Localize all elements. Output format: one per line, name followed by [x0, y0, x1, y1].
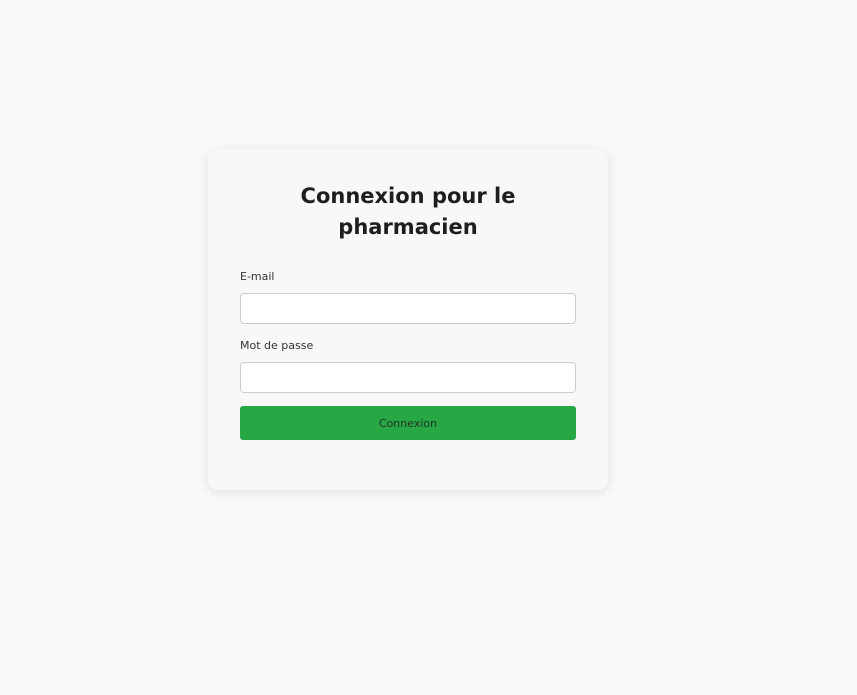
login-card: Connexion pour le pharmacien E-mail Mot … — [208, 149, 608, 490]
password-field[interactable] — [240, 362, 576, 393]
email-field[interactable] — [240, 293, 576, 324]
password-label: Mot de passe — [240, 339, 314, 352]
login-button[interactable]: Connexion — [240, 406, 576, 440]
login-title: Connexion pour le pharmacien — [300, 184, 516, 239]
email-label: E-mail — [240, 270, 275, 283]
